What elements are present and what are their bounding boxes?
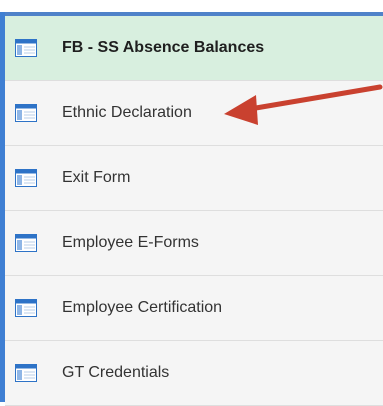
menu-list: FB - SS Absence Balances Ethnic Declarat… xyxy=(5,16,383,406)
page-icon xyxy=(15,39,37,57)
page-icon xyxy=(15,364,37,382)
menu-item-exit-form[interactable]: Exit Form xyxy=(5,146,383,211)
menu-panel: FB - SS Absence Balances Ethnic Declarat… xyxy=(0,0,383,406)
red-annotation-arrow xyxy=(224,84,383,125)
menu-item-label: Ethnic Declaration xyxy=(62,104,192,121)
menu-item-gt-credentials[interactable]: GT Credentials xyxy=(5,341,383,406)
menu-item-employee-e-forms[interactable]: Employee E-Forms xyxy=(5,211,383,276)
menu-item-label: GT Credentials xyxy=(62,364,170,381)
menu-item-employee-certification[interactable]: Employee Certification xyxy=(5,276,383,341)
arrow-head xyxy=(224,95,258,125)
menu-item-label: FB - SS Absence Balances xyxy=(62,39,265,56)
menu-item-label: Employee Certification xyxy=(62,299,223,316)
arrow-shaft xyxy=(241,84,383,113)
menu-item-label: Employee E-Forms xyxy=(62,234,199,251)
menu-item-label: Exit Form xyxy=(62,169,131,186)
page-icon xyxy=(15,234,37,252)
menu-item-fb-ss-absence-balances[interactable]: FB - SS Absence Balances xyxy=(5,16,383,81)
page-icon xyxy=(15,169,37,187)
page-icon xyxy=(15,299,37,317)
page-icon xyxy=(15,104,37,122)
